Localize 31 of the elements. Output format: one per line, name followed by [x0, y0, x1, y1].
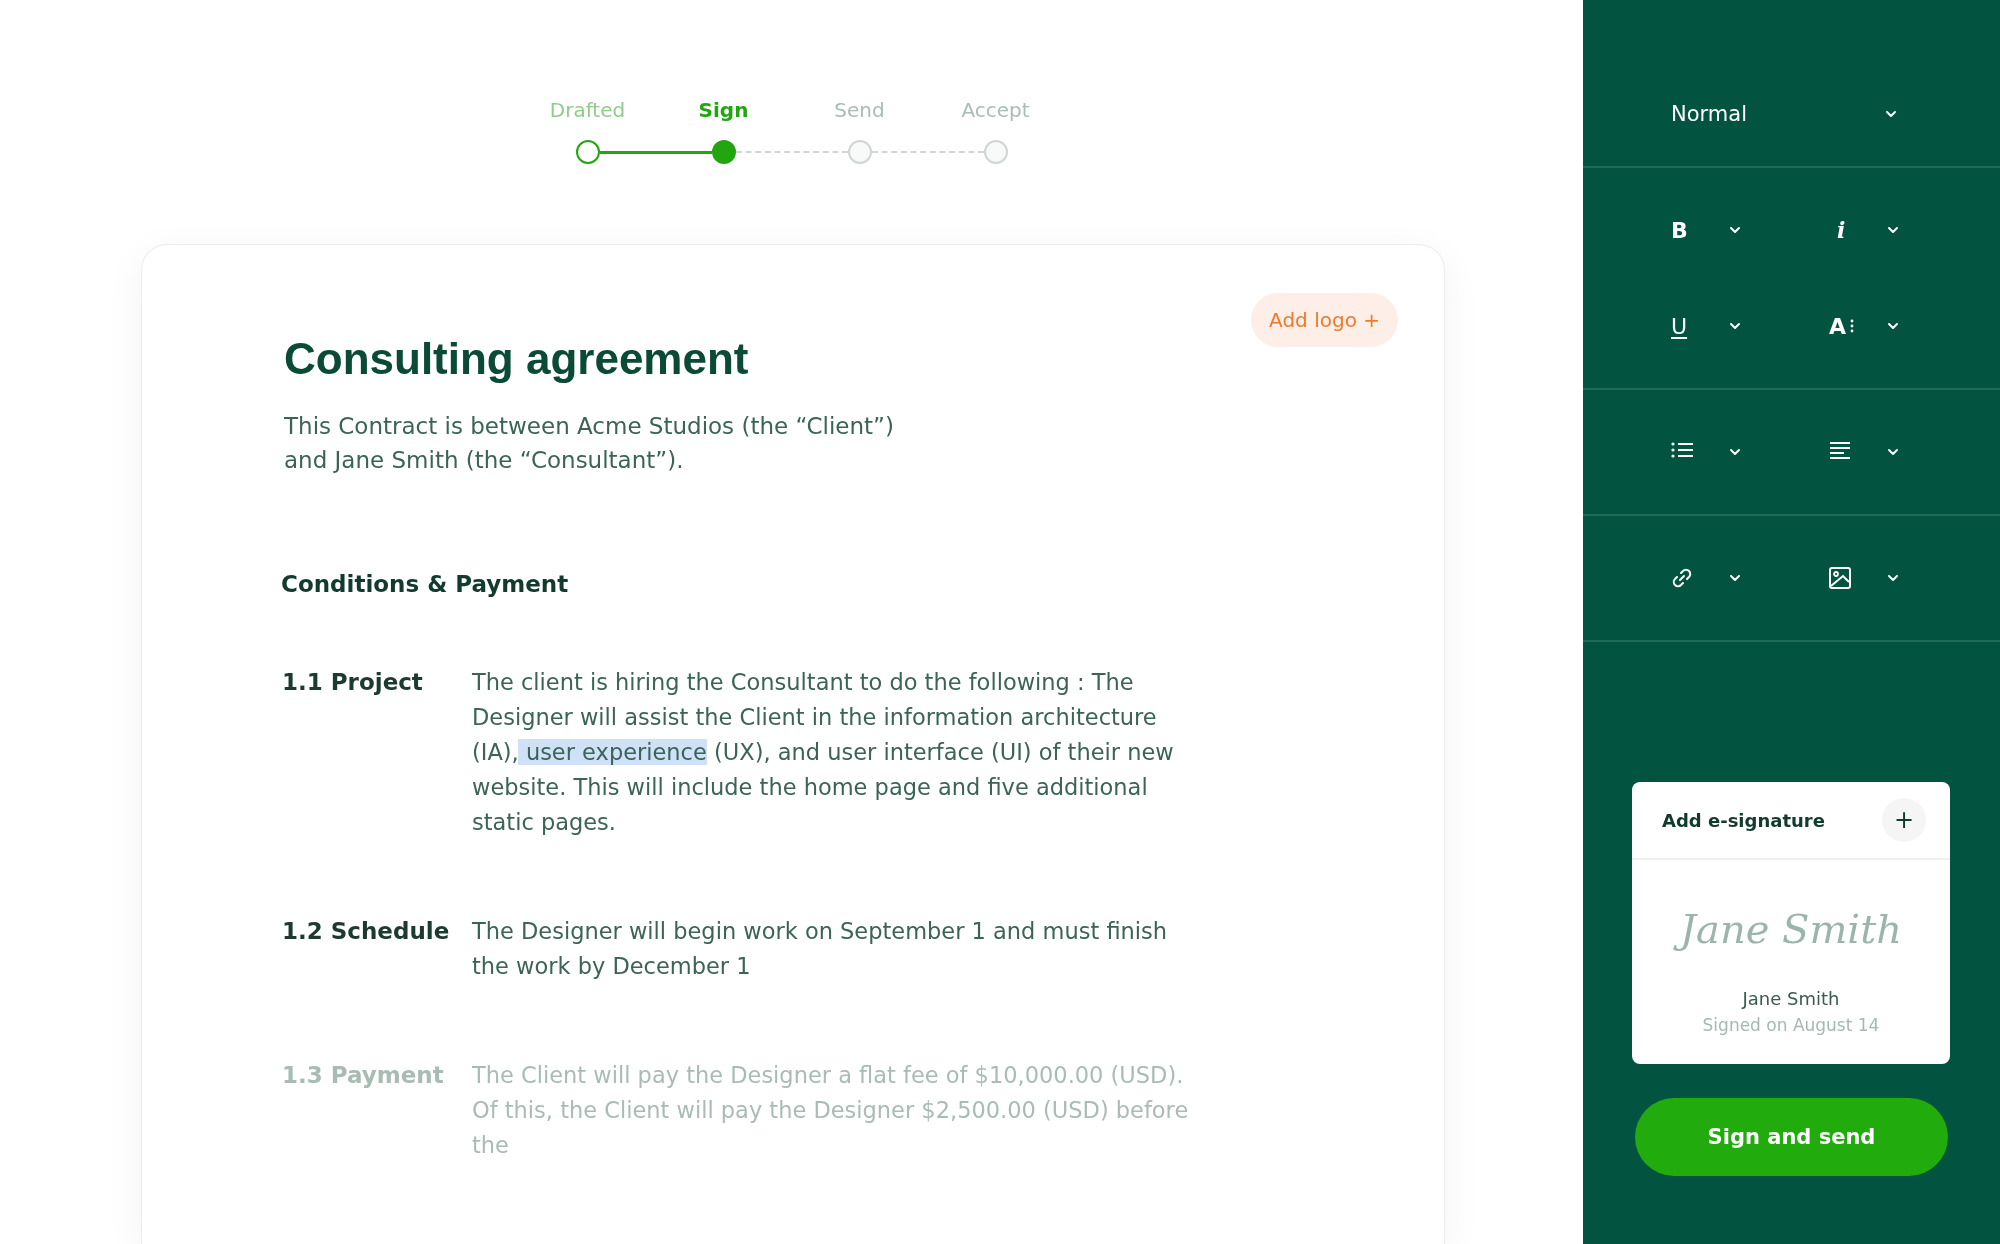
clause-label: 1.1 Project: [282, 668, 424, 697]
chevron-icon: [1887, 574, 1899, 582]
chevron-icon: [1729, 322, 1741, 330]
image-icon: [1829, 567, 1851, 589]
style-dropdown[interactable]: Normal: [1671, 96, 1897, 132]
chevron-icon: [1887, 226, 1899, 234]
link-icon: [1671, 567, 1693, 589]
bold-button[interactable]: B: [1671, 212, 1743, 248]
clause-text: The Designer will begin work on September 1 and must finish the work by December 1: [472, 917, 1169, 981]
chevron-icon: [1887, 448, 1899, 456]
more-dots-icon: [1850, 319, 1855, 333]
clause-label: 1.3 Payment: [282, 1061, 445, 1090]
handwritten-signature: Jane Smith: [1670, 896, 1912, 962]
chevron-icon: [1887, 322, 1899, 330]
document-title: Consulting agreement: [284, 333, 750, 385]
chevron-icon: [1885, 110, 1897, 118]
clause-text: The client is hiring the Consultant to do the following : The Designer will assist the Client in the information architecture (IA), user experience (UX), and user interface (UI) of their new website. This will include the home page and five additional static pages.: [472, 668, 1175, 837]
text-style-button[interactable]: A: [1829, 308, 1901, 344]
chevron-icon: [1729, 226, 1741, 234]
intro-paragraph: This Contract is between Acme Studios (the “Client”) and Jane Smith (the “Consultant”).: [284, 412, 895, 475]
signer-name: Jane Smith: [1742, 987, 1840, 1011]
italic-button[interactable]: i: [1829, 212, 1901, 248]
chevron-icon: [1729, 448, 1741, 456]
underline-button[interactable]: U: [1671, 308, 1743, 344]
clause-label: 1.2 Schedule: [282, 917, 451, 946]
section-heading: Conditions & Payment: [281, 570, 570, 599]
signature-title: Add e-signature: [1662, 809, 1825, 831]
chevron-icon: [1729, 574, 1741, 582]
signed-date: Signed on August 14: [1702, 1014, 1880, 1037]
clause-text: The Client will pay the Designer a flat fee of $10,000.00 (USD). Of this, the Client will pay the Designer $2,500.00 (USD) before the: [472, 1061, 1190, 1160]
add-signature-button[interactable]: +: [1882, 798, 1926, 842]
